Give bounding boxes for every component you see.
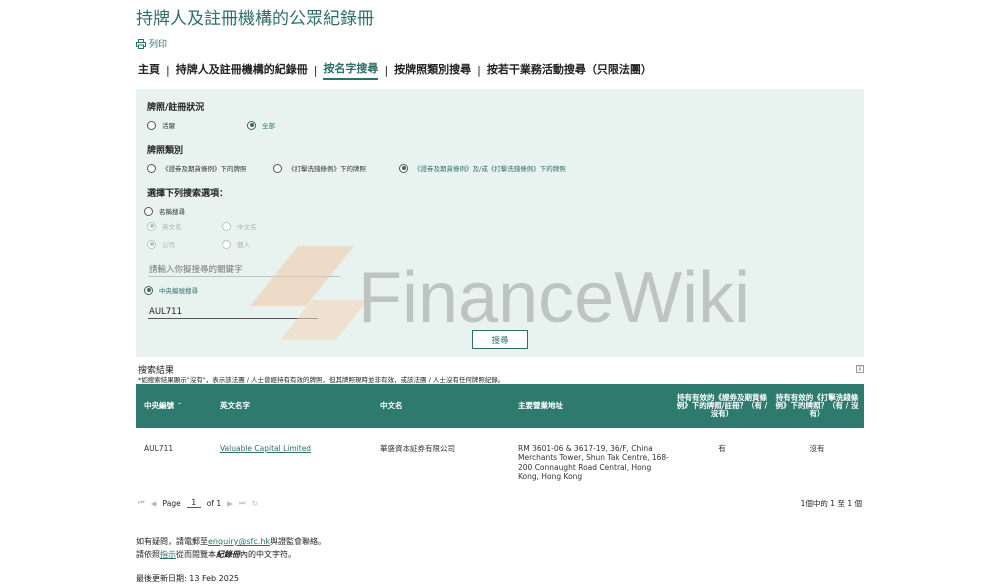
- radio-icon: [147, 120, 156, 130]
- keyword-input[interactable]: [148, 263, 340, 277]
- column-header-sfo-license[interactable]: 持有有效的《證券及期貨條例》下的牌照/註冊？（有 / 沒有）: [676, 384, 768, 428]
- cell-chinese-name: 華盛資本証券有限公司: [380, 444, 455, 453]
- radio-icon: [399, 163, 408, 173]
- nav-item-register[interactable]: 持牌人及註冊機構的紀錄冊: [176, 61, 308, 79]
- radio-label: 中央編號搜尋: [159, 287, 198, 295]
- next-page-icon[interactable]: ▶: [227, 499, 233, 508]
- refresh-icon[interactable]: ↻: [252, 499, 258, 508]
- nav-item-home[interactable]: 主頁: [138, 61, 160, 79]
- radio-icon: [147, 221, 156, 231]
- contact-suffix: 與證監會聯絡。: [270, 537, 327, 546]
- radio-label: 《證券及期貨條例》及/或《打擊洗錢條例》下的牌照: [414, 165, 566, 173]
- radio-label: 名稱搜尋: [159, 208, 185, 216]
- nav-separator: |: [313, 63, 318, 77]
- chinese-name-radio[interactable]: 中文名: [222, 221, 257, 231]
- first-page-icon[interactable]: ⏮: [138, 498, 145, 508]
- table-row: AUL711 Valuable Capital Limited 華盛資本証券有限…: [136, 428, 864, 486]
- license-amlo-radio[interactable]: 《打擊洗錢條例》下的牌照: [273, 163, 366, 173]
- select-options-label: 選擇下列搜索選項：: [147, 189, 229, 199]
- print-link[interactable]: 列印: [136, 37, 167, 50]
- results-table-header: 中央編號 ⌃ 英文名字 中文名 主要營業地址 持有有效的《證券及期貨條例》下的牌…: [136, 384, 864, 428]
- radio-label: 全部: [262, 122, 275, 130]
- contact-email-link[interactable]: enquiry@sfc.hk: [208, 537, 270, 546]
- cell-english-name-link[interactable]: Valuable Capital Limited: [220, 444, 311, 453]
- radio-label: 公司: [162, 241, 175, 249]
- ce-search-radio[interactable]: 中央編號搜尋: [144, 285, 198, 295]
- license-sfo-radio[interactable]: 《證券及期貨條例》下的牌照: [147, 163, 247, 173]
- radio-label: 《證券及期貨條例》下的牌照: [162, 165, 247, 173]
- radio-icon: [147, 163, 156, 173]
- nav-separator: |: [384, 63, 389, 77]
- radio-icon: [144, 206, 153, 216]
- page-number-input[interactable]: 1: [186, 498, 201, 508]
- radio-label: 《打擊洗錢條例》下的牌照: [288, 165, 366, 173]
- printer-icon: [136, 38, 146, 49]
- status-label: 牌照/註冊狀況: [147, 103, 205, 113]
- pager: ⏮ ◀ Page 1 of 1 ▶ ⏭ ↻: [138, 498, 258, 508]
- radio-icon: [147, 239, 156, 249]
- last-updated: 最後更新日期: 13 Feb 2025: [136, 574, 240, 583]
- footer-contact: 如有疑問，請電郵至enquiry@sfc.hk與證監會聯絡。: [136, 536, 326, 547]
- column-header-chinese-name[interactable]: 中文名: [380, 384, 500, 428]
- last-page-icon[interactable]: ⏭: [239, 498, 246, 508]
- contact-prefix: 如有疑問，請電郵至: [136, 537, 208, 546]
- radio-label: 中文名: [237, 223, 257, 231]
- guide-prefix: 請依照: [136, 550, 160, 559]
- print-label: 列印: [149, 40, 168, 50]
- cell-amlo-license: 沒有: [809, 444, 825, 453]
- license-both-radio[interactable]: 《證券及期貨條例》及/或《打擊洗錢條例》下的牌照: [399, 163, 566, 173]
- guide-suffix: 內的中文字符。: [240, 550, 296, 559]
- page-label: Page: [162, 498, 181, 508]
- guide-italic: 紀錄冊: [216, 550, 240, 559]
- company-radio[interactable]: 公司: [147, 239, 175, 249]
- page-title: 持牌人及註冊機構的公眾紀錄冊: [136, 9, 374, 29]
- name-search-radio[interactable]: 名稱搜尋: [144, 206, 185, 216]
- radio-label: 活躍: [162, 122, 175, 130]
- collapse-icon[interactable]: ⊼: [856, 365, 864, 373]
- guide-link[interactable]: 指示: [160, 550, 176, 559]
- column-header-label: 中央編號: [144, 401, 174, 411]
- sort-icon: ⌃: [177, 401, 183, 409]
- license-type-label: 牌照類別: [147, 146, 184, 156]
- nav-separator: |: [477, 63, 481, 77]
- column-header-address[interactable]: 主要營業地址: [518, 384, 668, 428]
- main-nav: 主頁 | 持牌人及註冊機構的紀錄冊 | 按名字搜尋 | 按牌照類別搜尋 | 按若…: [138, 60, 652, 80]
- nav-separator: |: [166, 63, 170, 77]
- column-header-ce[interactable]: 中央編號 ⌃: [144, 384, 214, 428]
- radio-icon: [273, 163, 282, 173]
- column-header-amlo-license[interactable]: 持有有效的《打擊洗錢條例》下的牌照？（有 / 沒有）: [772, 384, 862, 428]
- radio-icon: [222, 221, 231, 231]
- status-active-radio[interactable]: 活躍: [147, 120, 175, 130]
- radio-icon: [222, 239, 231, 249]
- ce-number-input[interactable]: [148, 305, 318, 319]
- search-button[interactable]: 搜尋: [472, 330, 528, 349]
- status-all-radio[interactable]: 全部: [247, 120, 275, 130]
- pager-summary: 1個中的 1 至 1 個: [800, 499, 862, 508]
- footer-guide: 請依照指示從而閱覽本紀錄冊內的中文字符。: [136, 549, 296, 560]
- cell-ce-number: AUL711: [144, 444, 174, 453]
- nav-item-search-by-license[interactable]: 按牌照類別搜尋: [394, 61, 471, 79]
- cell-address: RM 3601-06 & 3617-19, 36/F, China Mercha…: [518, 444, 669, 482]
- radio-label: 英文名: [162, 223, 182, 231]
- column-header-english-name[interactable]: 英文名字: [220, 384, 370, 428]
- individual-radio[interactable]: 個人: [222, 239, 250, 249]
- nav-item-search-by-activity[interactable]: 按若干業務活動搜尋（只限法團）: [487, 61, 652, 79]
- results-note: *如搜索結果顯示"沒有"，表示該法團 / 人士曾經持有有效的牌照，但其牌照現時並…: [138, 376, 505, 384]
- english-name-radio[interactable]: 英文名: [147, 221, 182, 231]
- search-panel: 牌照/註冊狀況 活躍 全部 牌照類別 《證券及期貨條例》下的牌照 《打擊洗錢條例…: [136, 89, 864, 357]
- prev-page-icon[interactable]: ◀: [151, 499, 157, 508]
- radio-icon: [144, 285, 153, 295]
- nav-item-search-by-name[interactable]: 按名字搜尋: [323, 60, 379, 80]
- guide-middle: 從而閱覽本: [176, 550, 216, 559]
- cell-sfo-license: 有: [718, 444, 726, 453]
- radio-icon: [247, 120, 256, 130]
- radio-label: 個人: [237, 241, 250, 249]
- page-of-label: of 1: [206, 498, 222, 508]
